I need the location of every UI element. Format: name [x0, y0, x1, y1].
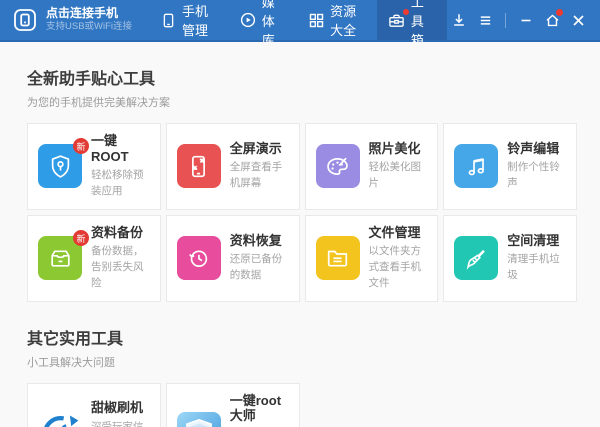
tool-description: 备份数据，告别丢失风险 [91, 244, 152, 291]
music-note-icon [454, 144, 498, 188]
window-controls [447, 0, 600, 40]
tool-card[interactable]: 新 一键ROOT 轻松移除预装应用 [27, 123, 161, 210]
toolbox-page: 全新助手贴心工具 为您的手机提供完美解决方案 新 一键ROOT 轻松移除预装应用… [0, 42, 600, 427]
menu-icon [478, 13, 493, 28]
titlebar: 点击连接手机 支持USB或WiFi连接 手机管理 媒体库 资源大全 工具箱 [0, 0, 600, 42]
download-icon [451, 12, 467, 28]
tool-title: 资料恢复 [230, 233, 291, 249]
tab-media-library[interactable]: 媒体库 [229, 0, 298, 40]
tool-card[interactable]: 新 资料备份 备份数据，告别丢失风险 [27, 215, 161, 302]
tool-description: 轻松移除预装应用 [91, 168, 152, 200]
controls-separator [505, 13, 506, 28]
root-shield-icon [177, 412, 221, 427]
minimize-icon [519, 13, 533, 27]
download-button[interactable] [447, 8, 471, 32]
app-window: 点击连接手机 支持USB或WiFi连接 手机管理 媒体库 资源大全 工具箱 全新… [0, 0, 600, 427]
tool-card[interactable]: 照片美化 轻松美化图片 [305, 123, 439, 210]
restore-clock-icon [177, 236, 221, 280]
connect-title: 点击连接手机 [46, 6, 132, 21]
close-button[interactable] [566, 8, 590, 32]
section-subtitle: 为您的手机提供完美解决方案 [27, 94, 577, 110]
tab-phone-manage[interactable]: 手机管理 [150, 0, 229, 40]
tool-description: 清理手机垃圾 [507, 252, 568, 284]
new-badge: 新 [73, 138, 89, 154]
tool-card[interactable]: 一键root大师 最快捷、简单的一键root工具 [166, 383, 300, 427]
folder-files-icon [316, 236, 360, 280]
tool-description: 全屏查看手机屏幕 [230, 160, 291, 192]
tool-description: 制作个性铃声 [507, 160, 568, 192]
section-title: 全新助手贴心工具 [27, 65, 577, 89]
tab-resources[interactable]: 资源大全 [298, 0, 377, 40]
notification-dot [556, 9, 563, 16]
new-badge: 新 [73, 230, 89, 246]
connect-subtitle: 支持USB或WiFi连接 [46, 21, 132, 33]
home-button[interactable] [540, 8, 564, 32]
media-play-icon [240, 12, 256, 28]
tools-section: 全新助手贴心工具 为您的手机提供完美解决方案 新 一键ROOT 轻松移除预装应用… [27, 65, 577, 302]
tab-toolbox[interactable]: 工具箱 [377, 0, 447, 40]
apps-grid-icon [309, 13, 324, 28]
fullscreen-phone-icon [177, 144, 221, 188]
tool-card[interactable]: 铃声编辑 制作个性铃声 [443, 123, 577, 210]
close-icon [571, 13, 586, 28]
connect-phone-button[interactable]: 点击连接手机 支持USB或WiFi连接 [0, 0, 150, 40]
tools-grid: 新 一键ROOT 轻松移除预装应用 全屏演示 全屏查看手机屏幕 照片美化 轻松美… [27, 123, 577, 302]
minimize-button[interactable] [514, 8, 538, 32]
menu-button[interactable] [473, 8, 497, 32]
notification-dot [403, 9, 409, 15]
palette-icon [316, 144, 360, 188]
tool-card[interactable]: 资料恢复 还原已备份的数据 [166, 215, 300, 302]
clean-brush-icon [454, 236, 498, 280]
tool-title: 全屏演示 [230, 141, 291, 157]
tool-title: 照片美化 [369, 141, 430, 157]
tool-description: 轻松美化图片 [369, 160, 430, 192]
pepper-flash-icon [38, 412, 82, 427]
tool-card[interactable]: 空间清理 清理手机垃圾 [443, 215, 577, 302]
connect-phone-icon [12, 7, 38, 33]
tool-card[interactable]: 甜椒刷机 深受玩家信赖的刷机软件 [27, 383, 161, 427]
section-subtitle: 小工具解决大问题 [27, 354, 577, 370]
tool-title: 甜椒刷机 [91, 400, 152, 416]
tool-title: 空间清理 [507, 233, 568, 249]
phone-icon [161, 13, 176, 28]
tool-description: 还原已备份的数据 [230, 252, 291, 284]
tool-title: 资料备份 [91, 225, 152, 241]
tool-title: 一键ROOT [91, 133, 152, 164]
tool-card[interactable]: 文件管理 以文件夹方式查看手机文件 [305, 215, 439, 302]
tool-title: 一键root大师 [230, 393, 291, 424]
tool-description: 深受玩家信赖的刷机软件 [91, 420, 152, 427]
section-title: 其它实用工具 [27, 325, 577, 349]
toolbox-icon [388, 12, 405, 29]
tool-title: 铃声编辑 [507, 141, 568, 157]
tool-description: 以文件夹方式查看手机文件 [369, 244, 430, 291]
tools-grid: 甜椒刷机 深受玩家信赖的刷机软件 一键root大师 最快捷、简单的一键root工… [27, 383, 577, 427]
main-nav: 手机管理 媒体库 资源大全 工具箱 [150, 0, 447, 40]
tools-section: 其它实用工具 小工具解决大问题 甜椒刷机 深受玩家信赖的刷机软件 一键root大… [27, 325, 577, 427]
tool-card[interactable]: 全屏演示 全屏查看手机屏幕 [166, 123, 300, 210]
tool-title: 文件管理 [369, 225, 430, 241]
